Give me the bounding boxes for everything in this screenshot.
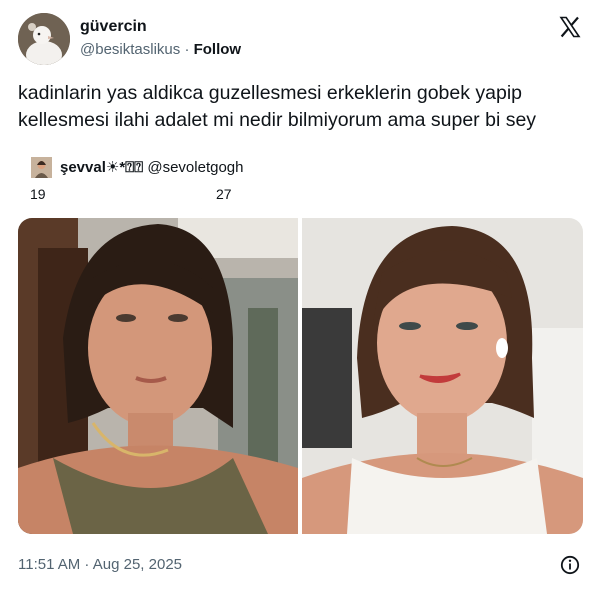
label-right-number: 27 <box>216 186 232 202</box>
photo-right[interactable] <box>302 218 583 534</box>
tweet-text: kadinlarin yas aldikca guzellesmesi erke… <box>18 82 537 131</box>
quote-header: şevval☀*⍰⍰ @sevoletgogh <box>60 158 243 176</box>
pigeon-avatar-icon <box>18 13 70 65</box>
quote-author-handle[interactable]: @sevoletgogh <box>147 159 243 176</box>
info-icon[interactable] <box>560 555 580 575</box>
author-name[interactable]: güvercin <box>80 18 147 36</box>
avatar[interactable] <box>18 13 70 65</box>
quote-name-symbols: ⍰⍰ <box>125 159 144 176</box>
photo-age-19 <box>18 218 298 534</box>
author-handle[interactable]: @besiktaslikus <box>80 41 180 58</box>
separator: · <box>184 41 190 58</box>
author-handle-row: @besiktaslikus · Follow <box>80 41 241 58</box>
follow-button[interactable]: Follow <box>194 41 242 58</box>
timestamp[interactable]: 11:51 AM · Aug 25, 2025 <box>18 556 182 573</box>
quote-avatar[interactable] <box>31 157 52 178</box>
quote-author-name[interactable]: şevval☀* <box>60 159 125 176</box>
photo-age-27 <box>302 218 583 534</box>
label-left-number: 19 <box>30 186 46 202</box>
photo-left[interactable] <box>18 218 298 534</box>
x-logo-icon[interactable] <box>558 15 582 39</box>
